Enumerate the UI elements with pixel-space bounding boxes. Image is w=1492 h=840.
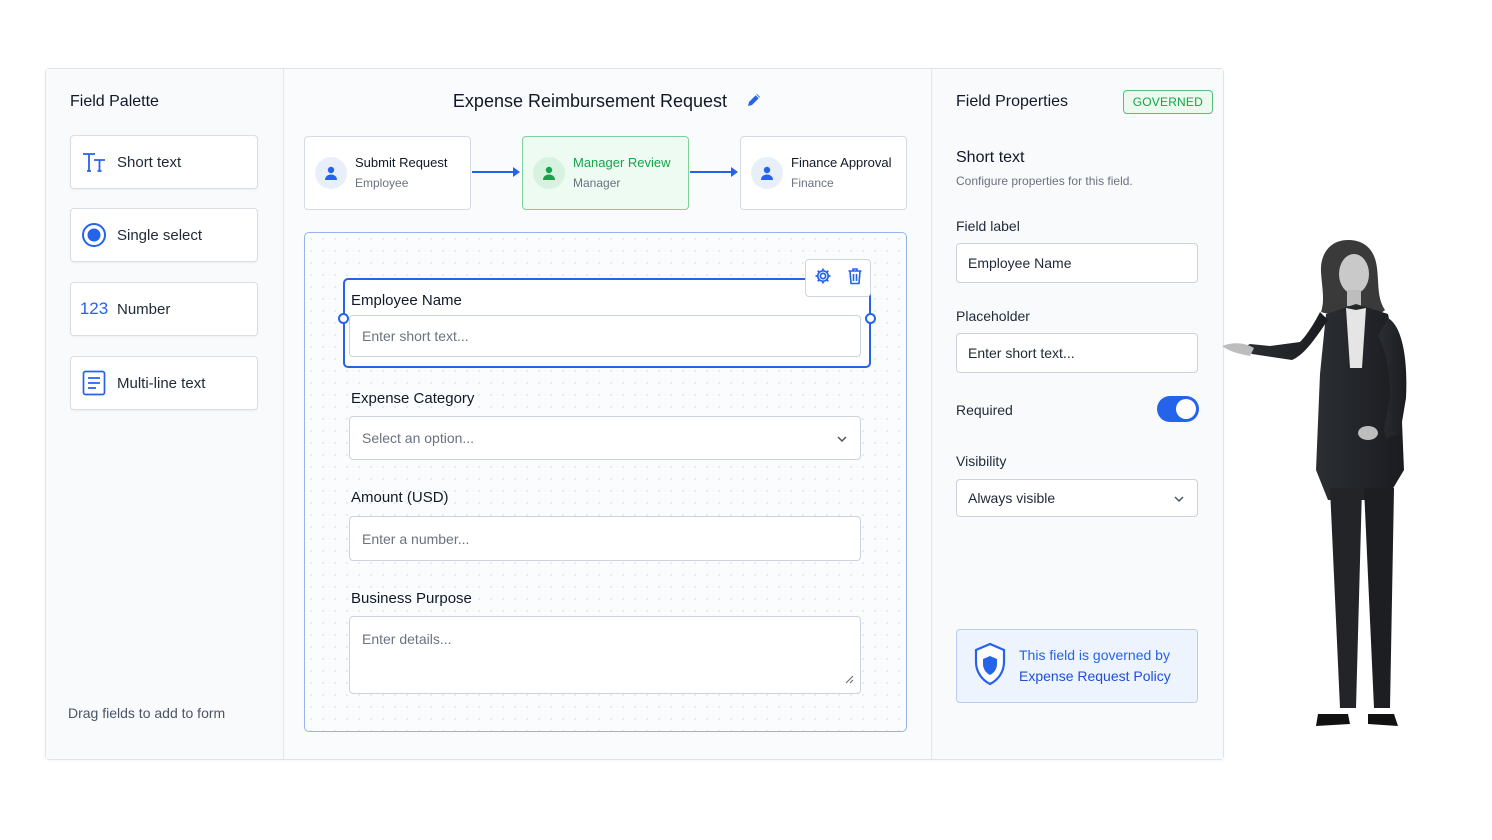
palette-hint: Drag fields to add to form — [68, 705, 226, 721]
workflow-step-finance[interactable]: Finance Approval Finance — [740, 136, 907, 210]
edit-pencil-icon[interactable] — [746, 92, 762, 113]
palette-item-label: Number — [117, 300, 171, 318]
palette-title: Field Palette — [70, 93, 159, 110]
palette-item-label: Multi-line text — [117, 374, 206, 392]
text-type-icon — [71, 151, 117, 173]
field-type-subtitle: Configure properties for this field. — [956, 174, 1133, 188]
field-label: Employee Name — [351, 292, 462, 309]
step-role: Employee — [355, 176, 409, 190]
policy-line-1: This field is governed by — [1019, 647, 1170, 663]
expense-category-select[interactable]: Select an option... — [349, 416, 861, 460]
step-role: Finance — [791, 176, 834, 190]
visibility-value: Always visible — [968, 490, 1056, 506]
step-title: Submit Request — [355, 155, 448, 170]
textarea-placeholder: Enter details... — [362, 631, 452, 647]
placeholder-input[interactable]: Enter short text... — [956, 333, 1198, 373]
step-arrow-icon — [472, 167, 520, 177]
field-palette: Field Palette Short text Single select 1… — [46, 69, 284, 759]
selected-field-employee-name[interactable]: Employee Name Enter short text... — [338, 259, 876, 368]
shield-icon — [973, 642, 1007, 691]
required-label: Required — [956, 402, 1013, 418]
user-icon — [315, 157, 347, 189]
properties-title: Field Properties — [956, 93, 1069, 110]
visibility-select[interactable]: Always visible — [956, 479, 1198, 517]
gear-icon[interactable] — [814, 267, 832, 290]
presenter-illustration — [1222, 240, 1407, 726]
palette-item-label: Single select — [117, 226, 203, 244]
resize-handle-left[interactable] — [338, 313, 349, 324]
step-role: Manager — [573, 176, 621, 190]
user-icon — [533, 157, 565, 189]
palette-item-single-select[interactable]: Single select — [70, 208, 258, 262]
field-label-input[interactable]: Employee Name — [956, 243, 1198, 283]
field-label: Expense Category — [351, 390, 475, 407]
step-title: Manager Review — [573, 155, 671, 170]
policy-text: This field is governed by Expense Reques… — [1019, 645, 1171, 687]
step-arrow-icon — [690, 167, 738, 177]
policy-notice[interactable]: This field is governed by Expense Reques… — [956, 629, 1198, 703]
number-icon: 123 — [79, 299, 109, 318]
form-builder-window: Field Palette Short text Single select 1… — [45, 68, 1224, 760]
placeholder-label: Placeholder — [956, 308, 1030, 324]
field-properties-panel: Field Properties GOVERNED Short text Con… — [932, 69, 1223, 759]
form-editor: Expense Reimbursement Request Submit Req… — [284, 69, 932, 759]
form-title-row: Expense Reimbursement Request — [284, 91, 931, 113]
resize-grip-icon[interactable] — [844, 671, 854, 687]
palette-item-label: Short text — [117, 153, 182, 171]
governed-badge: GOVERNED — [1122, 90, 1213, 114]
field-toolbar — [805, 259, 871, 297]
chevron-down-icon — [836, 430, 848, 446]
field-label: Amount (USD) — [351, 489, 449, 506]
multiline-icon — [71, 370, 117, 396]
palette-item-short-text[interactable]: Short text — [70, 135, 258, 189]
workflow-step-manager[interactable]: Manager Review Manager — [522, 136, 689, 210]
select-placeholder: Select an option... — [362, 430, 475, 446]
palette-item-multi-line[interactable]: Multi-line text — [70, 356, 258, 410]
employee-name-input[interactable]: Enter short text... — [349, 315, 861, 357]
field-label: Business Purpose — [351, 590, 472, 607]
trash-icon[interactable] — [847, 267, 863, 290]
amount-input[interactable]: Enter a number... — [349, 516, 861, 561]
required-toggle[interactable] — [1157, 396, 1199, 422]
chevron-down-icon — [1173, 490, 1185, 506]
workflow-step-submit[interactable]: Submit Request Employee — [304, 136, 471, 210]
business-purpose-textarea[interactable]: Enter details... — [349, 616, 861, 694]
resize-handle-right[interactable] — [865, 313, 876, 324]
policy-line-2[interactable]: Expense Request Policy — [1019, 666, 1171, 687]
form-title[interactable]: Expense Reimbursement Request — [453, 91, 727, 111]
form-canvas[interactable]: Employee Name Enter short text... Expens… — [304, 232, 907, 732]
palette-item-number[interactable]: 123 Number — [70, 282, 258, 336]
step-title: Finance Approval — [791, 155, 892, 170]
user-icon — [751, 157, 783, 189]
radio-icon — [71, 222, 117, 248]
field-label-label: Field label — [956, 218, 1020, 234]
visibility-label: Visibility — [956, 453, 1007, 469]
field-type-title: Short text — [956, 149, 1025, 166]
